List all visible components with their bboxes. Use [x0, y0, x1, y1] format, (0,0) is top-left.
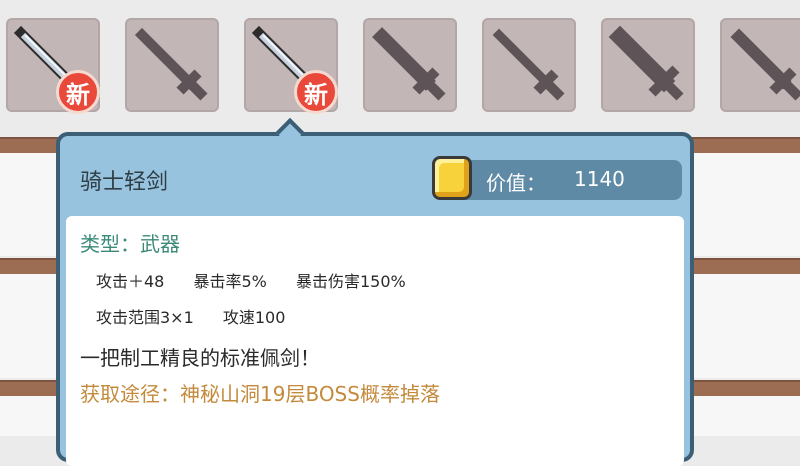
item-type: 类型：武器	[80, 232, 180, 256]
inventory-slot[interactable]	[363, 18, 457, 112]
sword-silhouette-icon	[372, 27, 446, 101]
item-description: 一把制工精良的标准佩剑！	[80, 346, 320, 370]
stat-speed: 攻速100	[222, 308, 286, 327]
price-label: 价值：	[486, 171, 546, 195]
item-tooltip: 骑士轻剑 价值： 1140 类型：武器 攻击＋48 暴击率5% 暴击伤害150%…	[56, 132, 694, 466]
inventory-slot[interactable]	[720, 18, 800, 112]
stat-range: 攻击范围3×1	[96, 308, 194, 327]
stat-crit-rate: 暴击率5%	[193, 272, 267, 291]
gold-coin-icon	[432, 156, 472, 200]
inventory-slot[interactable]	[601, 18, 695, 112]
sword-silhouette-icon	[730, 28, 800, 101]
inventory-row: 新 新	[6, 18, 800, 114]
inventory-slot[interactable]	[482, 18, 576, 112]
new-badge: 新	[56, 70, 100, 114]
new-badge: 新	[294, 70, 338, 114]
stat-crit-damage: 暴击伤害150%	[295, 272, 406, 291]
item-details: 类型：武器 攻击＋48 暴击率5% 暴击伤害150% 攻击范围3×1 攻速100…	[66, 216, 684, 466]
inventory-slot[interactable]	[125, 18, 219, 112]
price-value: 1140	[574, 167, 625, 191]
price-panel: 价值： 1140	[432, 156, 682, 200]
inventory-slot[interactable]: 新	[6, 18, 100, 114]
inventory-slot[interactable]: 新	[244, 18, 338, 114]
item-name: 骑士轻剑	[80, 170, 169, 195]
stats-row: 攻击范围3×1 攻速100	[96, 304, 309, 328]
sword-silhouette-icon	[608, 25, 684, 101]
sword-silhouette-icon	[492, 28, 565, 101]
stat-attack: 攻击＋48	[96, 272, 165, 291]
item-source: 获取途径：神秘山洞19层BOSS概率掉落	[80, 382, 440, 406]
sword-silhouette-icon	[134, 27, 208, 101]
stats-row: 攻击＋48 暴击率5% 暴击伤害150%	[96, 268, 430, 292]
